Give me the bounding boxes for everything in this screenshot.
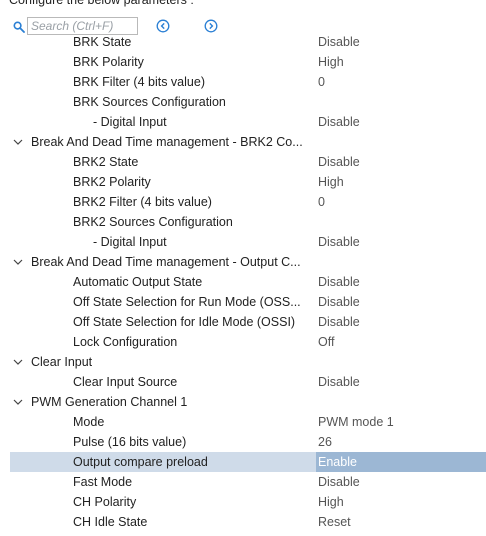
param-label: BRK2 State bbox=[73, 155, 139, 169]
param-value[interactable]: Disable bbox=[318, 152, 360, 172]
tree-param-row[interactable]: BRK Sources Configuration bbox=[10, 92, 486, 112]
param-label: BRK2 Polarity bbox=[73, 175, 151, 189]
param-value[interactable]: Disable bbox=[318, 472, 360, 492]
tree-param-row[interactable]: Clear Input Source Disable bbox=[10, 372, 486, 392]
chevron-down-icon[interactable] bbox=[13, 258, 23, 266]
param-value[interactable]: High bbox=[318, 172, 344, 192]
param-label: BRK Sources Configuration bbox=[73, 95, 226, 109]
param-value[interactable]: Disable bbox=[318, 232, 360, 252]
tree-group-row[interactable]: Break And Dead Time management - BRK2 Co… bbox=[10, 132, 486, 152]
tree-param-row[interactable]: Pulse (16 bits value) 26 bbox=[10, 432, 486, 452]
param-label: BRK Polarity bbox=[73, 55, 144, 69]
param-label: Off State Selection for Idle Mode (OSSI) bbox=[73, 315, 296, 329]
param-label: BRK2 Filter (4 bits value) bbox=[73, 195, 212, 209]
param-value[interactable]: Off bbox=[318, 332, 334, 352]
tree-group-row[interactable]: PWM Generation Channel 1 bbox=[10, 392, 486, 412]
param-label: - Digital Input bbox=[93, 235, 167, 249]
param-label: Fast Mode bbox=[73, 475, 133, 489]
tree-param-row[interactable]: Mode PWM mode 1 bbox=[10, 412, 486, 432]
param-label: Off State Selection for Run Mode (OSS... bbox=[73, 295, 301, 309]
tree-param-row[interactable]: BRK2 Sources Configuration bbox=[10, 212, 486, 232]
param-label: BRK State bbox=[73, 35, 132, 49]
chevron-down-icon[interactable] bbox=[13, 358, 23, 366]
tree-param-row[interactable]: Output compare preload Enable bbox=[10, 452, 486, 472]
tree-param-row[interactable]: BRK2 Polarity High bbox=[10, 172, 486, 192]
param-label: Lock Configuration bbox=[73, 335, 178, 349]
param-value[interactable]: Disable bbox=[318, 372, 360, 392]
param-value[interactable]: Reset bbox=[318, 512, 351, 532]
param-value[interactable]: 0 bbox=[318, 72, 325, 92]
param-value[interactable]: 26 bbox=[318, 432, 332, 452]
tree-param-row[interactable]: Fast Mode Disable bbox=[10, 472, 486, 492]
tree-param-row[interactable]: CH Idle State Reset bbox=[10, 512, 486, 532]
param-label: Mode bbox=[73, 415, 105, 429]
chevron-down-icon[interactable] bbox=[13, 398, 23, 406]
param-value[interactable]: High bbox=[318, 492, 344, 512]
param-label: BRK Filter (4 bits value) bbox=[73, 75, 205, 89]
param-value[interactable]: 0 bbox=[318, 192, 325, 212]
param-value[interactable]: Disable bbox=[318, 112, 360, 132]
tree-param-row[interactable]: - Digital Input Disable bbox=[10, 112, 486, 132]
param-label: CH Polarity bbox=[73, 495, 137, 509]
tree-param-row[interactable]: BRK2 State Disable bbox=[10, 152, 486, 172]
param-label: Pulse (16 bits value) bbox=[73, 435, 187, 449]
tree-group-row[interactable]: Clear Input bbox=[10, 352, 486, 372]
chevron-down-icon[interactable] bbox=[13, 138, 23, 146]
param-label: CH Idle State bbox=[73, 515, 148, 529]
param-value[interactable]: Enable bbox=[316, 452, 486, 472]
group-label: Break And Dead Time management - Output … bbox=[31, 255, 301, 269]
tree-param-row[interactable]: CH Polarity High bbox=[10, 492, 486, 512]
tree-param-row[interactable]: BRK Filter (4 bits value) 0 bbox=[10, 72, 486, 92]
param-value[interactable]: Disable bbox=[318, 292, 360, 312]
param-value[interactable]: Disable bbox=[318, 312, 360, 332]
panel-header-text: Configure the below parameters : bbox=[9, 0, 194, 7]
tree-param-row[interactable]: Lock Configuration Off bbox=[10, 332, 486, 352]
tree-param-row[interactable]: BRK2 Filter (4 bits value) 0 bbox=[10, 192, 486, 212]
param-label: - Digital Input bbox=[93, 115, 167, 129]
param-value[interactable]: Disable bbox=[318, 272, 360, 292]
tree-param-row[interactable]: BRK Polarity High bbox=[10, 52, 486, 72]
param-value[interactable]: Disable bbox=[318, 32, 360, 52]
param-label: Automatic Output State bbox=[73, 275, 203, 289]
group-label: Break And Dead Time management - BRK2 Co… bbox=[31, 135, 303, 149]
tree-param-row[interactable]: - Digital Input Disable bbox=[10, 232, 486, 252]
group-label: PWM Generation Channel 1 bbox=[31, 395, 188, 409]
tree-param-row[interactable]: Off State Selection for Run Mode (OSS...… bbox=[10, 292, 486, 312]
param-value[interactable]: PWM mode 1 bbox=[318, 412, 394, 432]
param-label: BRK2 Sources Configuration bbox=[73, 215, 233, 229]
group-label: Clear Input bbox=[31, 355, 93, 369]
param-label: Clear Input Source bbox=[73, 375, 178, 389]
tree-param-row[interactable]: BRK State Disable bbox=[10, 32, 486, 52]
arrow-right-circle-icon[interactable] bbox=[204, 19, 218, 33]
param-value[interactable]: High bbox=[318, 52, 344, 72]
tree-param-row[interactable]: Off State Selection for Idle Mode (OSSI)… bbox=[10, 312, 486, 332]
tree-group-row[interactable]: Break And Dead Time management - Output … bbox=[10, 252, 486, 272]
arrow-left-circle-icon[interactable] bbox=[156, 19, 170, 33]
tree-param-row[interactable]: Automatic Output State Disable bbox=[10, 272, 486, 292]
param-label: Output compare preload bbox=[73, 455, 208, 469]
